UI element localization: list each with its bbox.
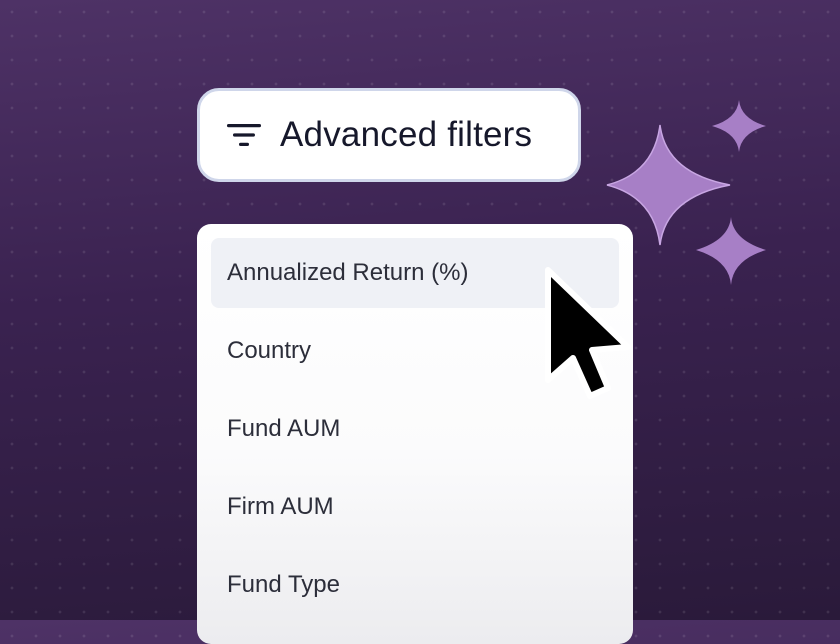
- mouse-pointer-icon: [545, 267, 631, 399]
- advanced-filters-label: Advanced filters: [280, 115, 533, 154]
- advanced-filters-button[interactable]: Advanced filters: [197, 88, 581, 182]
- option-fund-aum[interactable]: Fund AUM: [211, 394, 619, 464]
- option-fund-type[interactable]: Fund Type: [211, 550, 619, 620]
- option-firm-aum[interactable]: Firm AUM: [211, 472, 619, 542]
- sparkle-small-top-icon: [712, 100, 766, 152]
- sparkle-small-bottom-icon: [696, 217, 766, 285]
- filter-icon: [226, 120, 262, 150]
